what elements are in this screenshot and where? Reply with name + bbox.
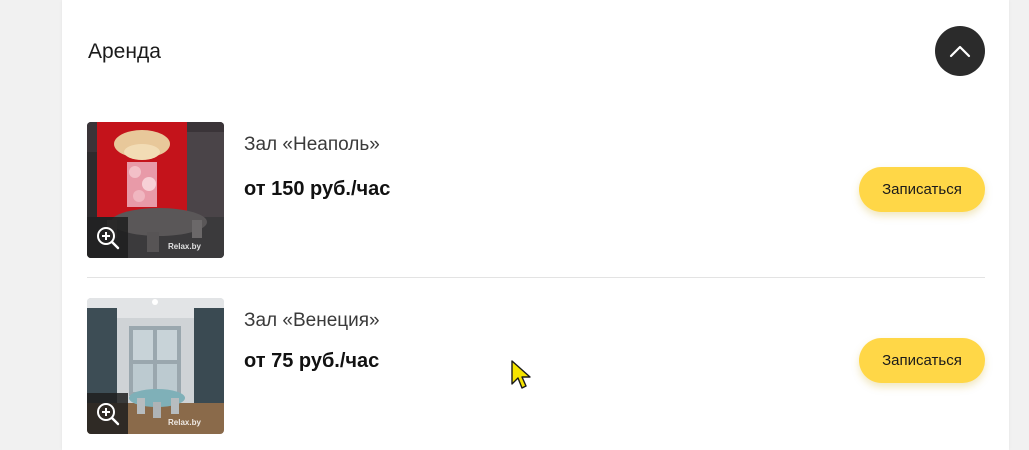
hall-photo[interactable]: Relax.by bbox=[87, 122, 224, 258]
hall-name: Зал «Неаполь» bbox=[244, 134, 380, 155]
zoom-button[interactable] bbox=[87, 217, 128, 258]
hall-price: от 150 руб./час bbox=[244, 178, 391, 200]
hall-item-venice: Relax.by Зал «Венеция» от 75 руб./час За… bbox=[87, 298, 985, 434]
zoom-in-icon bbox=[96, 226, 119, 249]
photo-watermark: Relax.by bbox=[168, 242, 201, 251]
hall-price: от 75 руб./час bbox=[244, 350, 380, 372]
book-button[interactable]: Записаться bbox=[859, 338, 985, 383]
photo-watermark: Relax.by bbox=[168, 418, 201, 427]
collapse-button[interactable] bbox=[935, 26, 985, 76]
zoom-in-icon bbox=[96, 402, 119, 425]
book-button[interactable]: Записаться bbox=[859, 167, 985, 212]
section-title: Аренда bbox=[88, 40, 161, 63]
mouse-cursor-icon bbox=[511, 360, 531, 389]
chevron-up-icon bbox=[949, 45, 971, 58]
hall-photo[interactable]: Relax.by bbox=[87, 298, 224, 434]
rental-section: Аренда Relax.by Зал «Неаполь» от 150 руб… bbox=[62, 0, 1009, 450]
hall-item-neapol: Relax.by Зал «Неаполь» от 150 руб./час З… bbox=[87, 122, 985, 258]
item-divider bbox=[87, 277, 985, 278]
hall-name: Зал «Венеция» bbox=[244, 310, 380, 331]
zoom-button[interactable] bbox=[87, 393, 128, 434]
